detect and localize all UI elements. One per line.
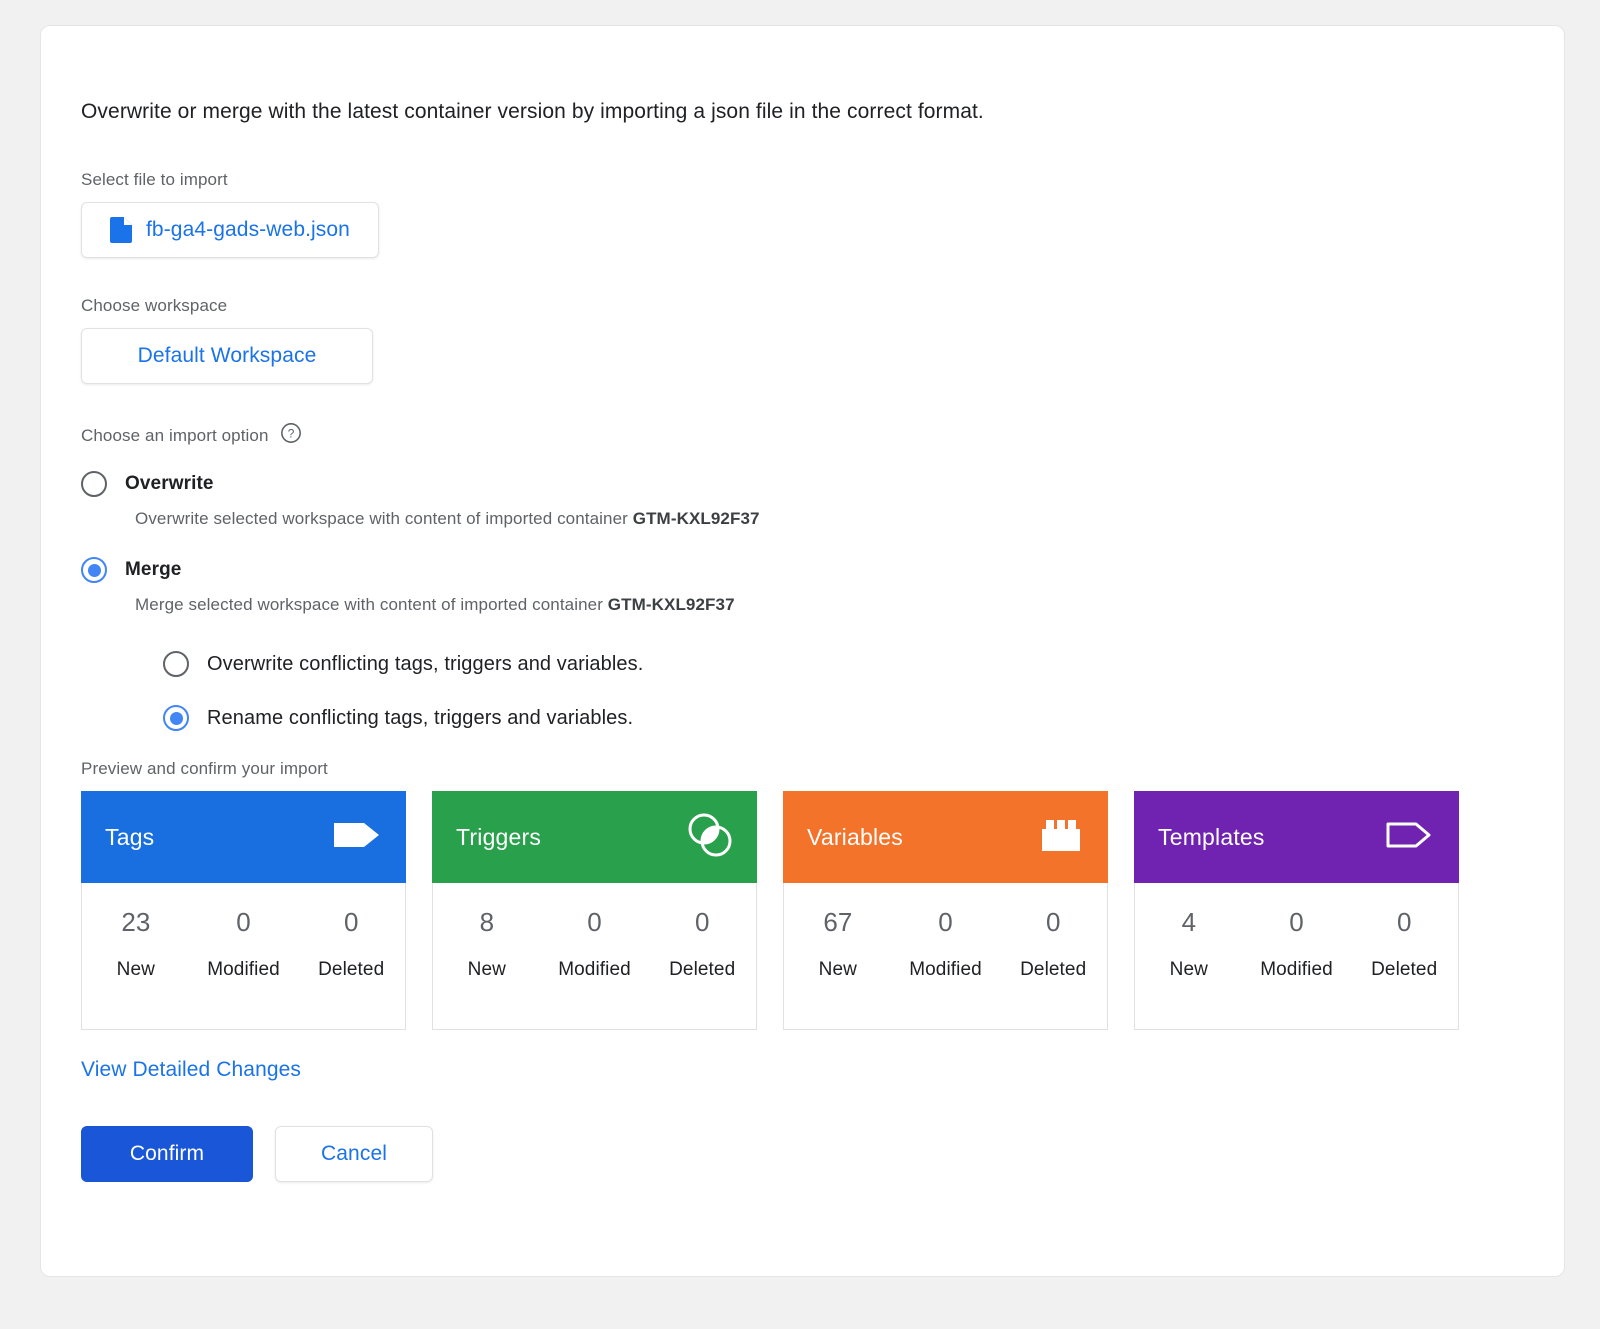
stat-deleted: 0 Deleted bbox=[1350, 883, 1458, 1029]
intro-text: Overwrite or merge with the latest conta… bbox=[81, 98, 1564, 126]
preview-card-tags-title: Tags bbox=[105, 824, 154, 851]
preview-card-tags-header: Tags bbox=[81, 791, 406, 883]
stat-new-value: 8 bbox=[480, 909, 494, 935]
stat-new-value: 4 bbox=[1182, 909, 1196, 935]
radio-overwrite-conflicting[interactable]: Overwrite conflicting tags, triggers and… bbox=[163, 651, 1564, 677]
stat-new: 4 New bbox=[1135, 883, 1243, 1029]
stat-deleted: 0 Deleted bbox=[297, 883, 405, 1029]
stat-modified-label: Modified bbox=[207, 959, 280, 981]
venn-circles-icon bbox=[687, 812, 733, 863]
radio-merge-container-id: GTM-KXL92F37 bbox=[608, 595, 735, 614]
stat-modified: 0 Modified bbox=[190, 883, 298, 1029]
selected-file-chip[interactable]: fb-ga4-gads-web.json bbox=[81, 202, 379, 258]
radio-merge-indicator[interactable] bbox=[81, 557, 107, 583]
radio-option-merge[interactable]: Merge bbox=[81, 557, 1564, 583]
selected-file-name: fb-ga4-gads-web.json bbox=[146, 218, 350, 242]
preview-card-triggers-header: Triggers bbox=[432, 791, 757, 883]
preview-card-triggers-body: 8 New 0 Modified 0 Deleted bbox=[432, 883, 757, 1030]
radio-overwrite-description: Overwrite selected workspace with conten… bbox=[135, 509, 1564, 529]
preview-card-variables-body: 67 New 0 Modified 0 Deleted bbox=[783, 883, 1108, 1030]
radio-rename-conflicting[interactable]: Rename conflicting tags, triggers and va… bbox=[163, 705, 1564, 731]
preview-card-templates: Templates 4 New 0 Modified bbox=[1134, 791, 1459, 1030]
preview-card-tags-body: 23 New 0 Modified 0 Deleted bbox=[81, 883, 406, 1030]
preview-card-variables-header: Variables bbox=[783, 791, 1108, 883]
stat-modified-label: Modified bbox=[909, 959, 982, 981]
preview-card-templates-body: 4 New 0 Modified 0 Deleted bbox=[1134, 883, 1459, 1030]
stat-new-label: New bbox=[117, 959, 155, 981]
stat-deleted-value: 0 bbox=[1397, 909, 1411, 935]
radio-merge-description-text: Merge selected workspace with content of… bbox=[135, 595, 608, 614]
stat-deleted: 0 Deleted bbox=[999, 883, 1107, 1029]
stat-new-value: 67 bbox=[823, 909, 852, 935]
stat-new: 67 New bbox=[784, 883, 892, 1029]
preview-card-templates-header: Templates bbox=[1134, 791, 1459, 883]
preview-cards: Tags 23 New 0 Modified bbox=[81, 791, 1564, 1030]
stat-new-label: New bbox=[819, 959, 857, 981]
stat-modified-label: Modified bbox=[1260, 959, 1333, 981]
stat-deleted-value: 0 bbox=[695, 909, 709, 935]
stat-modified-label: Modified bbox=[558, 959, 631, 981]
select-file-label: Select file to import bbox=[81, 170, 1564, 190]
stat-modified: 0 Modified bbox=[541, 883, 649, 1029]
lego-brick-icon bbox=[1038, 817, 1084, 858]
choose-workspace-label: Choose workspace bbox=[81, 296, 1564, 316]
import-option-header: Choose an import option ? bbox=[81, 422, 1564, 449]
radio-merge-description: Merge selected workspace with content of… bbox=[135, 595, 1564, 615]
stat-modified-value: 0 bbox=[938, 909, 952, 935]
stat-new: 23 New bbox=[82, 883, 190, 1029]
preview-label: Preview and confirm your import bbox=[81, 759, 1564, 779]
preview-card-variables-title: Variables bbox=[807, 824, 903, 851]
stat-modified: 0 Modified bbox=[1243, 883, 1351, 1029]
stat-new: 8 New bbox=[433, 883, 541, 1029]
workspace-select-button[interactable]: Default Workspace bbox=[81, 328, 373, 384]
stat-modified-value: 0 bbox=[236, 909, 250, 935]
svg-text:?: ? bbox=[287, 427, 294, 441]
preview-card-tags: Tags 23 New 0 Modified bbox=[81, 791, 406, 1030]
document-icon bbox=[110, 217, 132, 243]
stat-deleted-label: Deleted bbox=[1020, 959, 1086, 981]
stat-deleted-label: Deleted bbox=[318, 959, 384, 981]
stat-new-label: New bbox=[1170, 959, 1208, 981]
help-circle-icon[interactable]: ? bbox=[280, 422, 302, 449]
radio-overwrite-indicator[interactable] bbox=[81, 471, 107, 497]
radio-overwrite-title: Overwrite bbox=[125, 473, 214, 495]
preview-card-templates-title: Templates bbox=[1158, 824, 1265, 851]
workspace-value: Default Workspace bbox=[138, 344, 317, 368]
tag-filled-icon bbox=[332, 818, 382, 857]
view-detailed-changes-link[interactable]: View Detailed Changes bbox=[81, 1058, 301, 1082]
stat-new-value: 23 bbox=[121, 909, 150, 935]
stat-deleted-label: Deleted bbox=[669, 959, 735, 981]
stat-modified-value: 0 bbox=[587, 909, 601, 935]
radio-overwrite-container-id: GTM-KXL92F37 bbox=[633, 509, 760, 528]
merge-sub-options: Overwrite conflicting tags, triggers and… bbox=[163, 651, 1564, 731]
import-option-label: Choose an import option bbox=[81, 426, 269, 446]
confirm-button[interactable]: Confirm bbox=[81, 1126, 253, 1182]
radio-overwrite-description-text: Overwrite selected workspace with conten… bbox=[135, 509, 633, 528]
preview-card-triggers-title: Triggers bbox=[456, 824, 541, 851]
stat-deleted: 0 Deleted bbox=[648, 883, 756, 1029]
radio-merge-title: Merge bbox=[125, 559, 181, 581]
radio-overwrite-conflicting-label: Overwrite conflicting tags, triggers and… bbox=[207, 653, 643, 676]
stat-deleted-value: 0 bbox=[344, 909, 358, 935]
tag-outline-icon bbox=[1385, 818, 1435, 857]
radio-overwrite-conflicting-indicator[interactable] bbox=[163, 651, 189, 677]
radio-option-overwrite[interactable]: Overwrite bbox=[81, 471, 1564, 497]
cancel-button[interactable]: Cancel bbox=[275, 1126, 433, 1182]
stat-deleted-label: Deleted bbox=[1371, 959, 1437, 981]
stat-deleted-value: 0 bbox=[1046, 909, 1060, 935]
import-container-panel: Overwrite or merge with the latest conta… bbox=[40, 25, 1565, 1277]
stat-new-label: New bbox=[468, 959, 506, 981]
stat-modified: 0 Modified bbox=[892, 883, 1000, 1029]
preview-card-triggers: Triggers 8 bbox=[432, 791, 757, 1030]
radio-rename-conflicting-indicator[interactable] bbox=[163, 705, 189, 731]
preview-card-variables: Variables 67 New bbox=[783, 791, 1108, 1030]
stat-modified-value: 0 bbox=[1289, 909, 1303, 935]
action-buttons: Confirm Cancel bbox=[81, 1126, 1564, 1182]
radio-rename-conflicting-label: Rename conflicting tags, triggers and va… bbox=[207, 707, 633, 730]
